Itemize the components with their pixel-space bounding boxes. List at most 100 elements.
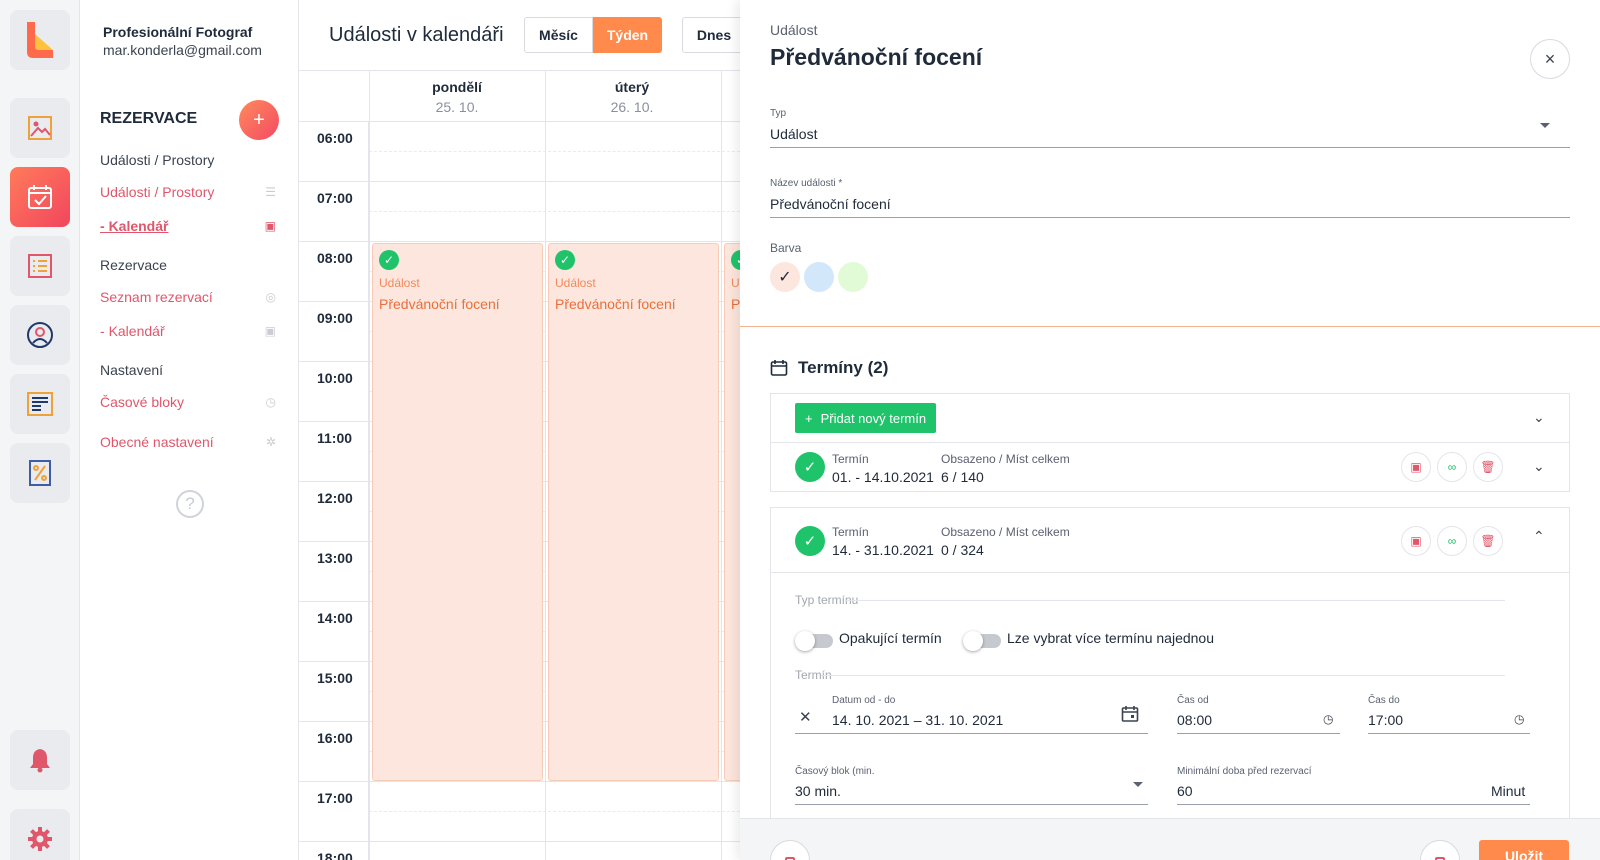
user-icon[interactable] — [10, 305, 70, 365]
term-row[interactable]: ✓ Termín 01. - 14.10.2021 Obsazeno / Mís… — [770, 442, 1570, 492]
calendar-event[interactable]: ✓ Ud Př — [724, 243, 740, 781]
calendar-check-icon[interactable] — [10, 167, 70, 227]
bell-icon[interactable] — [10, 730, 70, 790]
trash-icon[interactable]: 🗑 — [1473, 526, 1503, 556]
sidebar-item-label: Kalendář — [100, 323, 165, 339]
calendar-icon[interactable] — [1121, 705, 1139, 728]
time-to-label: Čas do — [1368, 695, 1400, 706]
capacity-value: 6 / 140 — [941, 469, 984, 485]
add-reservation-button[interactable]: + — [239, 100, 279, 140]
clear-icon[interactable]: ✕ — [799, 708, 812, 726]
check-icon: ✓ — [795, 452, 825, 482]
sidebar-group-title: Události / Prostory — [100, 152, 215, 168]
checklist-icon[interactable] — [10, 236, 70, 296]
toggle-label: Opakující termín — [839, 630, 942, 646]
chevron-down-icon[interactable] — [1133, 782, 1143, 787]
event-detail-panel: Událost Předvánoční focení × Typ Událost… — [740, 0, 1600, 860]
date-range-label: Datum od - do — [832, 695, 896, 706]
chevron-down-icon[interactable]: ⌄ — [1533, 458, 1545, 475]
gear-icon[interactable] — [10, 809, 70, 860]
day-date: 26. 10. — [610, 99, 654, 115]
name-field-label: Název události * — [770, 178, 843, 189]
month-view-button[interactable]: Měsíc — [524, 17, 593, 53]
day-name: úterý — [614, 79, 650, 95]
gallery-icon[interactable] — [10, 98, 70, 158]
time-from-input[interactable]: 08:00 — [1177, 712, 1212, 728]
link-icon[interactable]: ∞ — [1437, 452, 1467, 482]
list-icon: ☰ — [265, 185, 276, 199]
type-select[interactable]: Událost — [770, 126, 817, 142]
app-logo[interactable] — [10, 10, 70, 70]
min-time-input[interactable]: 60 — [1177, 783, 1193, 799]
calendar-icon[interactable]: ▣ — [1401, 526, 1431, 556]
sidebar-item-events-calendar[interactable]: Kalendář ▣ — [100, 218, 276, 234]
sidebar-heading: REZERVACE — [100, 110, 198, 127]
field-underline — [1177, 733, 1340, 734]
term-label: Termín — [832, 452, 869, 466]
discount-icon[interactable] — [10, 443, 70, 503]
chevron-down-icon[interactable]: ⌄ — [1533, 409, 1545, 426]
help-icon[interactable]: ? — [176, 490, 204, 518]
time-block-select[interactable]: 30 min. — [795, 783, 841, 799]
calendar-icon: ▣ — [264, 324, 276, 338]
date-range-input[interactable]: 14. 10. 2021 – 31. 10. 2021 — [832, 712, 1003, 728]
sidebar-item-label: Obecné nastavení — [100, 434, 214, 450]
terms-title: Termíny (2) — [798, 358, 889, 377]
sidebar-item-reservation-list[interactable]: Seznam rezervací ◎ — [100, 289, 276, 305]
sidebar-item-general-settings[interactable]: Obecné nastavení ✲ — [100, 434, 276, 450]
field-underline — [770, 217, 1570, 218]
clock-icon[interactable]: ◷ — [1323, 712, 1333, 726]
sidebar-item-time-blocks[interactable]: Časové bloky ◷ — [100, 394, 276, 410]
repeat-toggle[interactable] — [795, 631, 833, 651]
event-name-field[interactable]: Předvánoční focení — [770, 196, 891, 212]
sidebar-item-reservation-calendar[interactable]: Kalendář ▣ — [100, 323, 276, 339]
today-button[interactable]: Dnes — [682, 17, 740, 53]
day-header: úterý 26. 10. — [546, 79, 718, 115]
check-circle-icon: ◎ — [265, 290, 276, 304]
chevron-down-icon[interactable] — [1540, 123, 1550, 128]
color-swatch-selected[interactable]: ✓ — [770, 262, 800, 292]
color-swatch[interactable] — [804, 262, 834, 292]
chevron-up-icon[interactable]: ⌃ — [1533, 528, 1545, 545]
section-divider — [740, 326, 1600, 327]
page-title: Události v kalendáři — [329, 24, 504, 46]
add-term-button[interactable]: + Přidat nový termín — [795, 403, 937, 433]
event-name: Př — [731, 296, 740, 312]
sidebar: Profesionální Fotograf mar.konderla@gmai… — [80, 0, 299, 860]
color-swatch[interactable] — [838, 262, 868, 292]
invoice-icon[interactable] — [10, 374, 70, 434]
min-time-unit: Minut — [1491, 783, 1526, 799]
save-button[interactable]: Uložit — [1479, 840, 1569, 860]
multi-select-toggle[interactable] — [963, 631, 1001, 651]
calendar-icon[interactable]: ▣ — [1401, 452, 1431, 482]
capacity-value: 0 / 324 — [941, 542, 984, 558]
divider — [771, 572, 1569, 573]
terms-heading: Termíny (2) — [770, 358, 888, 378]
time-to-input[interactable]: 17:00 — [1368, 712, 1403, 728]
half-hour-line — [369, 211, 740, 212]
time-from-label: Čas od — [1177, 695, 1209, 706]
clock-icon[interactable]: ◷ — [1514, 712, 1524, 726]
trash-icon[interactable]: 🗑 — [1473, 452, 1503, 482]
toggle-label: Lze vybrat více termínu najednou — [1007, 630, 1215, 646]
calendar-event[interactable]: ✓ Událost Předvánoční focení — [548, 243, 719, 781]
day-header: pondělí 25. 10. — [371, 79, 543, 115]
section-rule — [821, 675, 1505, 676]
check-icon: ✓ — [379, 250, 399, 270]
sidebar-item-events[interactable]: Události / Prostory ☰ — [100, 184, 276, 200]
plus-icon: + — [805, 410, 813, 426]
type-field-label: Typ — [770, 108, 787, 119]
half-hour-line — [369, 811, 740, 812]
sidebar-item-label: Události / Prostory — [100, 184, 215, 200]
section-rule — [845, 600, 1505, 601]
color-label: Barva — [770, 241, 802, 255]
week-view-button[interactable]: Týden — [593, 17, 662, 53]
term-range: 01. - 14.10.2021 — [832, 469, 934, 485]
sidebar-item-label: Kalendář — [100, 218, 169, 234]
calendar-event[interactable]: ✓ Událost Předvánoční focení — [372, 243, 543, 781]
calendar-header: pondělí 25. 10. úterý 26. 10. — [299, 70, 740, 122]
link-icon[interactable]: ∞ — [1437, 526, 1467, 556]
term-label: Termín — [832, 525, 869, 539]
close-icon[interactable]: × — [1530, 39, 1570, 79]
half-hour-line — [369, 151, 740, 152]
